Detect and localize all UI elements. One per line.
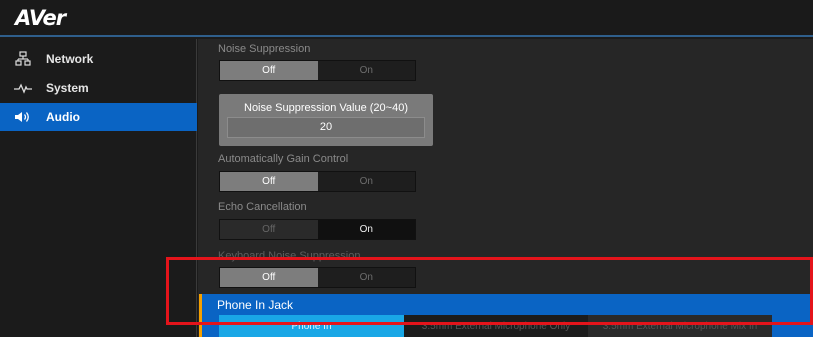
agc-toggle: Off On xyxy=(219,171,416,192)
sidebar-item-label: Network xyxy=(46,52,94,66)
agc-on-option[interactable]: On xyxy=(317,172,415,191)
external-mic-mix-in-option[interactable]: 3.5mm External Microphone Mix In xyxy=(588,315,772,337)
aver-logo: AVer xyxy=(15,6,66,30)
noise-suppression-off-option[interactable]: Off xyxy=(220,61,318,80)
audio-settings-panel: Noise Suppression Off On Noise Suppressi… xyxy=(198,39,813,337)
echo-cancellation-on-option[interactable]: On xyxy=(317,220,415,239)
speaker-icon xyxy=(0,110,46,124)
sidebar-item-network[interactable]: Network xyxy=(0,45,197,73)
agc-off-option[interactable]: Off xyxy=(220,172,318,191)
sidebar-item-label: Audio xyxy=(46,110,80,124)
external-mic-only-option[interactable]: 3.5mm External Microphone Only xyxy=(404,315,588,337)
phone-in-jack-label: Phone In Jack xyxy=(217,298,294,312)
keyboard-noise-on-option[interactable]: On xyxy=(317,268,415,287)
top-bar: AVer xyxy=(0,0,813,37)
noise-suppression-label: Noise Suppression xyxy=(218,43,311,55)
sidebar-item-audio[interactable]: Audio xyxy=(0,103,197,131)
sidebar-item-system[interactable]: System xyxy=(0,74,197,102)
phone-in-option[interactable]: Phone In xyxy=(219,315,404,337)
agc-label: Automatically Gain Control xyxy=(218,153,349,165)
keyboard-noise-suppression-toggle: Off On xyxy=(219,267,416,288)
keyboard-noise-suppression-label: Keyboard Noise Suppression xyxy=(218,250,361,262)
noise-suppression-toggle: Off On xyxy=(219,60,416,81)
noise-suppression-on-option[interactable]: On xyxy=(317,61,415,80)
echo-cancellation-off-option[interactable]: Off xyxy=(220,220,318,239)
echo-cancellation-toggle: Off On xyxy=(219,219,416,240)
keyboard-noise-off-option[interactable]: Off xyxy=(220,268,318,287)
noise-suppression-value-input[interactable]: 20 xyxy=(227,117,425,138)
phone-in-jack-selector: Phone In 3.5mm External Microphone Only … xyxy=(219,315,772,337)
noise-suppression-value-box: Noise Suppression Value (20~40) 20 xyxy=(219,94,433,146)
pulse-icon xyxy=(0,82,46,94)
echo-cancellation-label: Echo Cancellation xyxy=(218,201,307,213)
sidebar: Network System Audio xyxy=(0,39,197,337)
noise-suppression-value-title: Noise Suppression Value (20~40) xyxy=(244,102,408,114)
network-icon xyxy=(0,51,46,67)
sidebar-item-label: System xyxy=(46,81,89,95)
